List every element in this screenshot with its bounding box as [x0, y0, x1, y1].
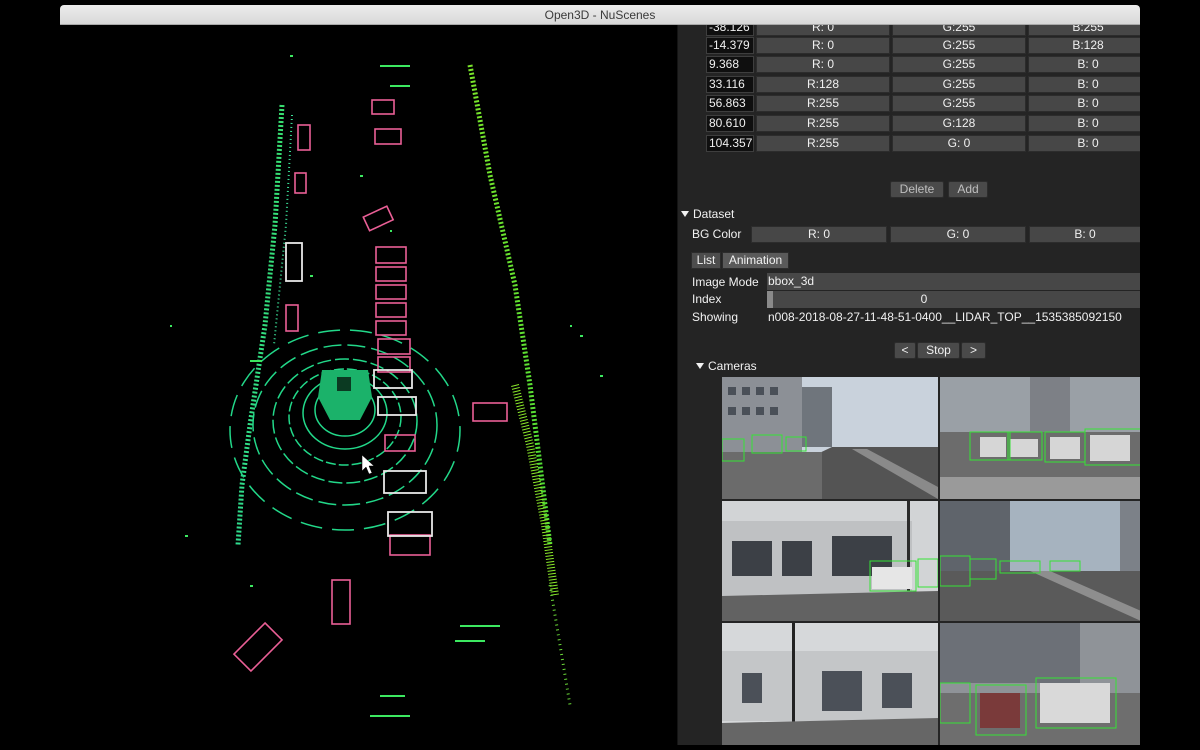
- index-label: Index: [692, 292, 722, 306]
- colormap-blue-field[interactable]: B: 0: [1028, 115, 1140, 132]
- colormap-red-field[interactable]: R:255: [756, 95, 890, 112]
- colormap-point-row: 33.116 R:128 G:255 B: 0: [706, 76, 1140, 93]
- colormap-value-field[interactable]: 9.368: [706, 56, 754, 73]
- camera-image-rear-right: [940, 623, 1140, 745]
- tab-animation[interactable]: Animation: [722, 252, 789, 269]
- colormap-blue-field[interactable]: B: 0: [1028, 76, 1140, 93]
- collapse-triangle-icon: [696, 363, 704, 369]
- dataset-section-header[interactable]: Dataset: [681, 207, 734, 221]
- colormap-red-field[interactable]: R:128: [756, 76, 890, 93]
- camera-image-left: [722, 501, 938, 621]
- colormap-point-row: -14.379 R: 0 G:255 B:128: [706, 37, 1140, 54]
- colormap-point-row: 80.610 R:255 G:128 B: 0: [706, 115, 1140, 132]
- colormap-green-field[interactable]: G:255: [892, 95, 1026, 112]
- image-mode-label: Image Mode: [692, 275, 759, 289]
- window-title: Open3D - NuScenes: [60, 5, 1140, 25]
- bg-blue-field[interactable]: B: 0: [1029, 226, 1140, 243]
- colormap-value-field[interactable]: 104.357: [706, 135, 754, 152]
- colormap-blue-field[interactable]: B: 0: [1028, 56, 1140, 73]
- colormap-blue-field[interactable]: B:128: [1028, 37, 1140, 54]
- colormap-point-row: 104.357 R:255 G: 0 B: 0: [706, 135, 1140, 152]
- bg-green-field[interactable]: G: 0: [890, 226, 1026, 243]
- camera-image-right: [940, 501, 1140, 621]
- colormap-green-field[interactable]: G:255: [892, 37, 1026, 54]
- dataset-header-label: Dataset: [693, 207, 735, 221]
- stop-button[interactable]: Stop: [917, 342, 960, 359]
- next-frame-button[interactable]: >: [961, 342, 986, 359]
- colormap-point-row: -38.126 R: 0 G:255 B:255: [706, 25, 1140, 36]
- colormap-green-field[interactable]: G:255: [892, 25, 1026, 36]
- colormap-blue-field[interactable]: B: 0: [1028, 95, 1140, 112]
- cameras-header-label: Cameras: [708, 359, 757, 373]
- colormap-value-field[interactable]: 33.116: [706, 76, 754, 93]
- colormap-blue-field[interactable]: B: 0: [1028, 135, 1140, 152]
- cameras-section-header[interactable]: Cameras: [696, 359, 757, 373]
- colormap-green-field[interactable]: G:128: [892, 115, 1026, 132]
- colormap-value-field[interactable]: 80.610: [706, 115, 754, 132]
- tab-list[interactable]: List: [691, 252, 721, 269]
- colormap-green-field[interactable]: G:255: [892, 76, 1026, 93]
- colormap-point-row: 56.863 R:255 G:255 B: 0: [706, 95, 1140, 112]
- index-slider-handle[interactable]: [767, 291, 773, 308]
- previous-frame-button[interactable]: <: [894, 342, 916, 359]
- image-mode-select[interactable]: bbox_3d: [767, 273, 1140, 290]
- colormap-red-field[interactable]: R:255: [756, 135, 890, 152]
- settings-panel: -38.126 R: 0 G:255 B:255 -14.379 R: 0 G:…: [677, 25, 1140, 745]
- collapse-triangle-icon: [681, 211, 689, 217]
- camera-grid: [722, 377, 1140, 745]
- colormap-value-field[interactable]: -38.126: [706, 25, 754, 36]
- showing-value: n008-2018-08-27-11-48-51-0400__LIDAR_TOP…: [768, 310, 1122, 324]
- bg-red-field[interactable]: R: 0: [751, 226, 887, 243]
- lidar-3d-viewport[interactable]: [60, 25, 677, 750]
- colormap-blue-field[interactable]: B:255: [1028, 25, 1140, 36]
- colormap-red-field[interactable]: R: 0: [756, 56, 890, 73]
- colormap-value-field[interactable]: 56.863: [706, 95, 754, 112]
- add-button[interactable]: Add: [948, 181, 988, 198]
- colormap-red-field[interactable]: R: 0: [756, 25, 890, 36]
- colormap-red-field[interactable]: R: 0: [756, 37, 890, 54]
- camera-image-front-left: [722, 377, 938, 499]
- bg-color-label: BG Color: [692, 227, 742, 241]
- index-slider-value: 0: [920, 292, 928, 306]
- camera-image-front-right: [940, 377, 1140, 499]
- colormap-green-field[interactable]: G: 0: [892, 135, 1026, 152]
- colormap-point-row: 9.368 R: 0 G:255 B: 0: [706, 56, 1140, 73]
- colormap-value-field[interactable]: -14.379: [706, 37, 754, 54]
- colormap-green-field[interactable]: G:255: [892, 56, 1026, 73]
- camera-image-rear-left: [722, 623, 938, 745]
- colormap-red-field[interactable]: R:255: [756, 115, 890, 132]
- showing-label: Showing: [692, 310, 739, 324]
- index-slider[interactable]: 0: [767, 291, 1140, 308]
- delete-button[interactable]: Delete: [890, 181, 944, 198]
